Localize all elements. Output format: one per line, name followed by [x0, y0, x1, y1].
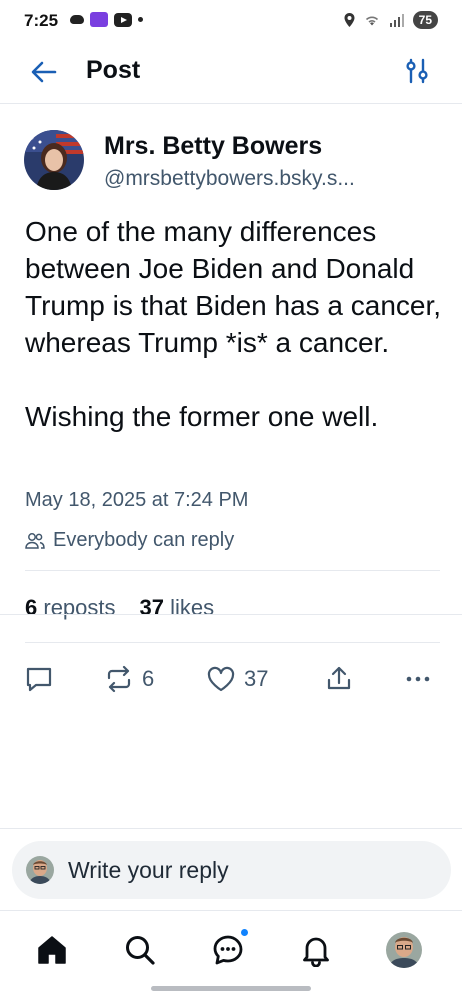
likes-count: 37	[139, 595, 165, 620]
current-user-avatar-image	[26, 856, 54, 884]
reposts-stat[interactable]: 6 reposts	[25, 595, 116, 621]
reposts-label: reposts	[43, 595, 116, 620]
likes-stat[interactable]: 37 likes	[140, 595, 215, 621]
back-button[interactable]	[28, 56, 60, 88]
repost-button[interactable]: 6	[104, 665, 154, 693]
post-actions: 6 37	[0, 661, 462, 701]
divider	[25, 570, 440, 571]
status-notification-icons	[70, 12, 143, 27]
chat-unread-badge	[239, 927, 250, 938]
people-icon	[25, 532, 45, 549]
video-app-icon	[114, 12, 132, 27]
like-count: 37	[244, 666, 269, 691]
author-handle[interactable]: @mrsbettybowers.bsky.s...	[104, 167, 434, 191]
post-timestamp: May 18, 2025 at 7:24 PM	[25, 489, 249, 511]
like-button[interactable]: 37	[206, 665, 268, 693]
cloud-icon	[70, 15, 84, 24]
page-title: Post	[86, 56, 141, 84]
reply-setting: Everybody can reply	[25, 529, 234, 552]
nav-home[interactable]	[32, 930, 72, 970]
author-display-name[interactable]: Mrs. Betty Bowers	[104, 132, 322, 161]
reply-button[interactable]	[24, 665, 54, 693]
reposts-count: 6	[25, 595, 38, 620]
home-icon	[38, 936, 66, 964]
nav-profile[interactable]	[384, 930, 424, 970]
nav-notifications[interactable]	[296, 930, 336, 970]
divider	[25, 642, 440, 643]
reply-composer[interactable]: Write your reply	[12, 841, 451, 899]
nav-search[interactable]	[120, 930, 160, 970]
bell-icon	[303, 937, 329, 967]
divider	[0, 910, 462, 911]
comment-icon	[26, 667, 52, 692]
current-user-avatar	[26, 856, 54, 884]
home-indicator[interactable]	[151, 986, 311, 991]
repost-icon	[107, 665, 131, 693]
more-notifications-dot-icon	[138, 17, 143, 22]
reply-input-placeholder: Write your reply	[68, 856, 229, 883]
battery-indicator: 75	[412, 11, 438, 29]
share-icon	[327, 666, 351, 690]
status-system-icons: 75	[344, 11, 438, 29]
repost-count: 6	[142, 666, 155, 691]
share-button[interactable]	[324, 665, 354, 693]
thread-settings-button[interactable]	[402, 56, 432, 86]
profile-avatar	[386, 932, 422, 968]
divider	[0, 828, 462, 829]
status-bar: 7:25 75	[0, 0, 462, 40]
status-time: 7:25	[24, 11, 59, 30]
signal-icon	[389, 13, 404, 27]
sliders-icon	[406, 58, 428, 84]
search-icon	[126, 936, 155, 965]
post-stats: 6 reposts 37 likes	[25, 595, 214, 621]
author-avatar-image	[24, 130, 84, 190]
divider	[0, 614, 462, 615]
bottom-nav	[0, 912, 462, 984]
likes-label: likes	[170, 595, 215, 620]
chat-icon	[213, 935, 243, 965]
location-icon	[344, 13, 355, 27]
more-options-button[interactable]	[404, 665, 432, 693]
heart-icon	[207, 666, 235, 692]
wifi-icon	[365, 16, 378, 26]
profile-avatar-image	[386, 932, 422, 968]
arrow-left-icon	[31, 61, 57, 83]
post-header: Post	[0, 42, 462, 104]
gallery-app-icon	[90, 12, 108, 27]
nav-chat[interactable]	[208, 927, 250, 970]
author-avatar[interactable]	[24, 130, 84, 190]
more-icon	[406, 676, 430, 682]
reply-setting-label: Everybody can reply	[53, 529, 235, 551]
post-text: One of the many differences between Joe …	[25, 216, 442, 432]
